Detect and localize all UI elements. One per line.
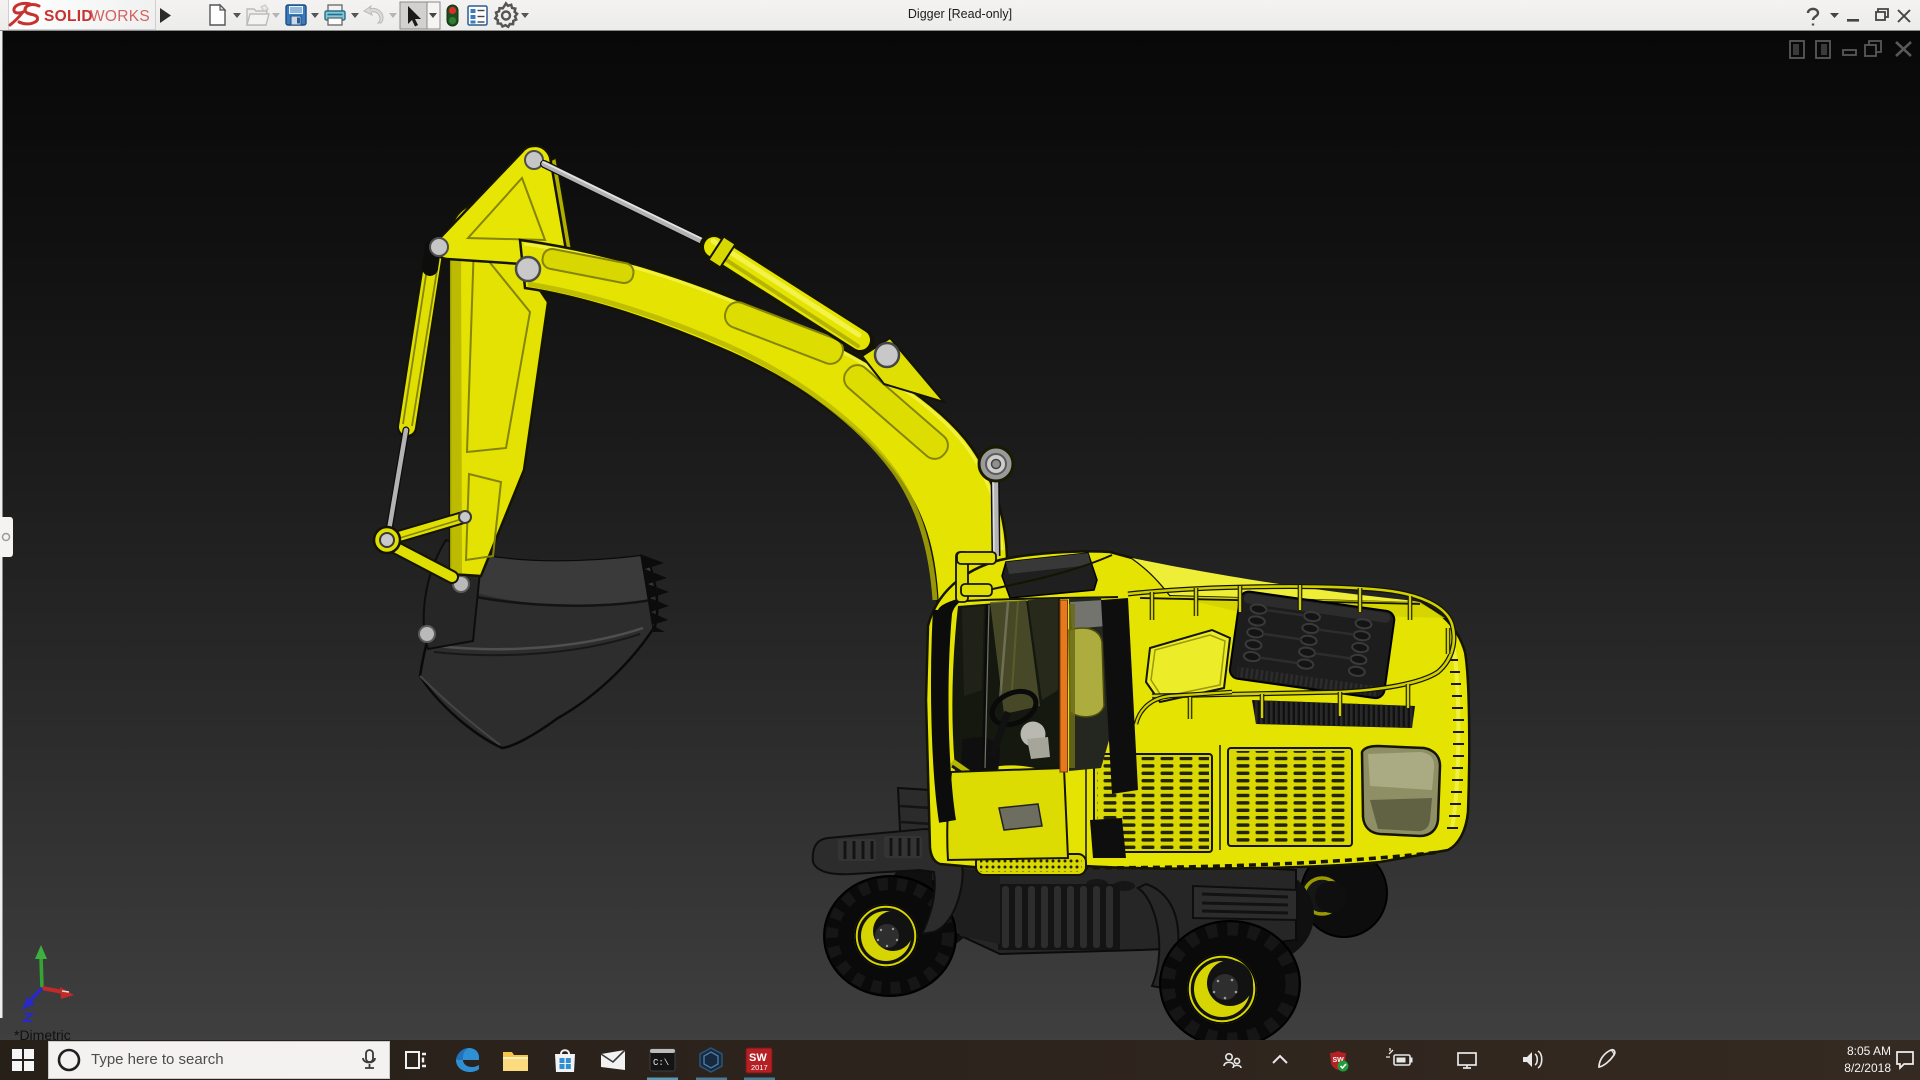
svg-text:SOLID: SOLID <box>44 8 93 25</box>
svg-text:WORKS: WORKS <box>90 8 150 25</box>
svg-text:2017: 2017 <box>751 1063 768 1072</box>
svg-text:C:\: C:\ <box>653 1058 669 1068</box>
